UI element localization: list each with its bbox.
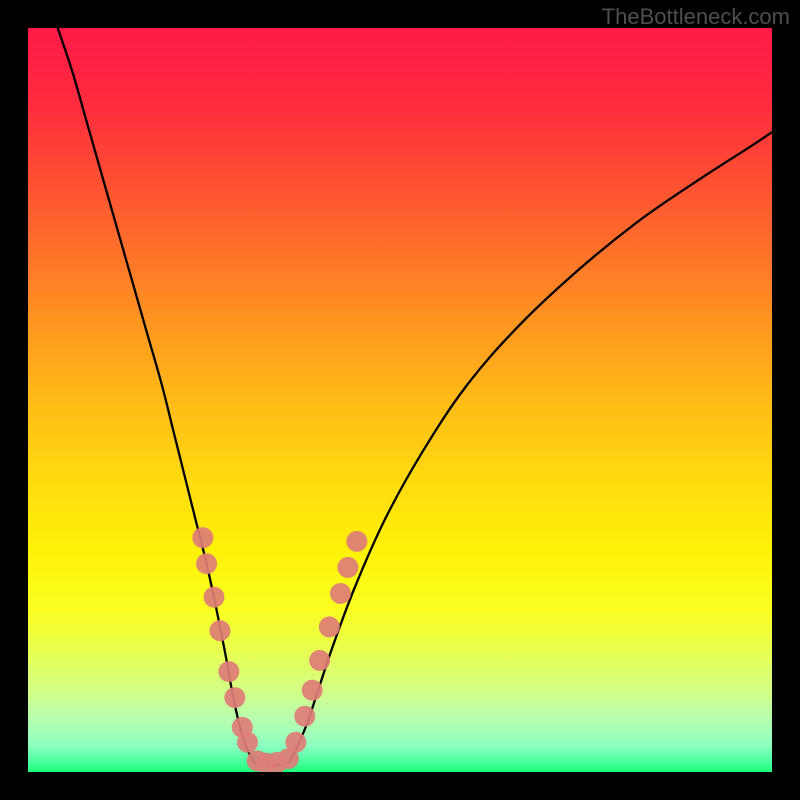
scatter-dot — [309, 650, 330, 671]
scatter-dot — [224, 687, 245, 708]
scatter-dot — [192, 527, 213, 548]
scatter-dot — [330, 583, 351, 604]
scatter-dot — [285, 732, 306, 753]
scatter-dot — [346, 531, 367, 552]
watermark-text: TheBottleneck.com — [602, 4, 790, 30]
scatter-dot — [337, 557, 358, 578]
gradient-background — [28, 28, 772, 772]
scatter-dot — [209, 620, 230, 641]
scatter-dot — [237, 732, 258, 753]
outer-frame: TheBottleneck.com — [0, 0, 800, 800]
scatter-dot — [302, 680, 323, 701]
scatter-dot — [204, 587, 225, 608]
plot-area — [28, 28, 772, 772]
scatter-dot — [294, 706, 315, 727]
chart-svg — [28, 28, 772, 772]
scatter-dot — [319, 616, 340, 637]
scatter-dot — [196, 553, 217, 574]
scatter-dot — [218, 661, 239, 682]
